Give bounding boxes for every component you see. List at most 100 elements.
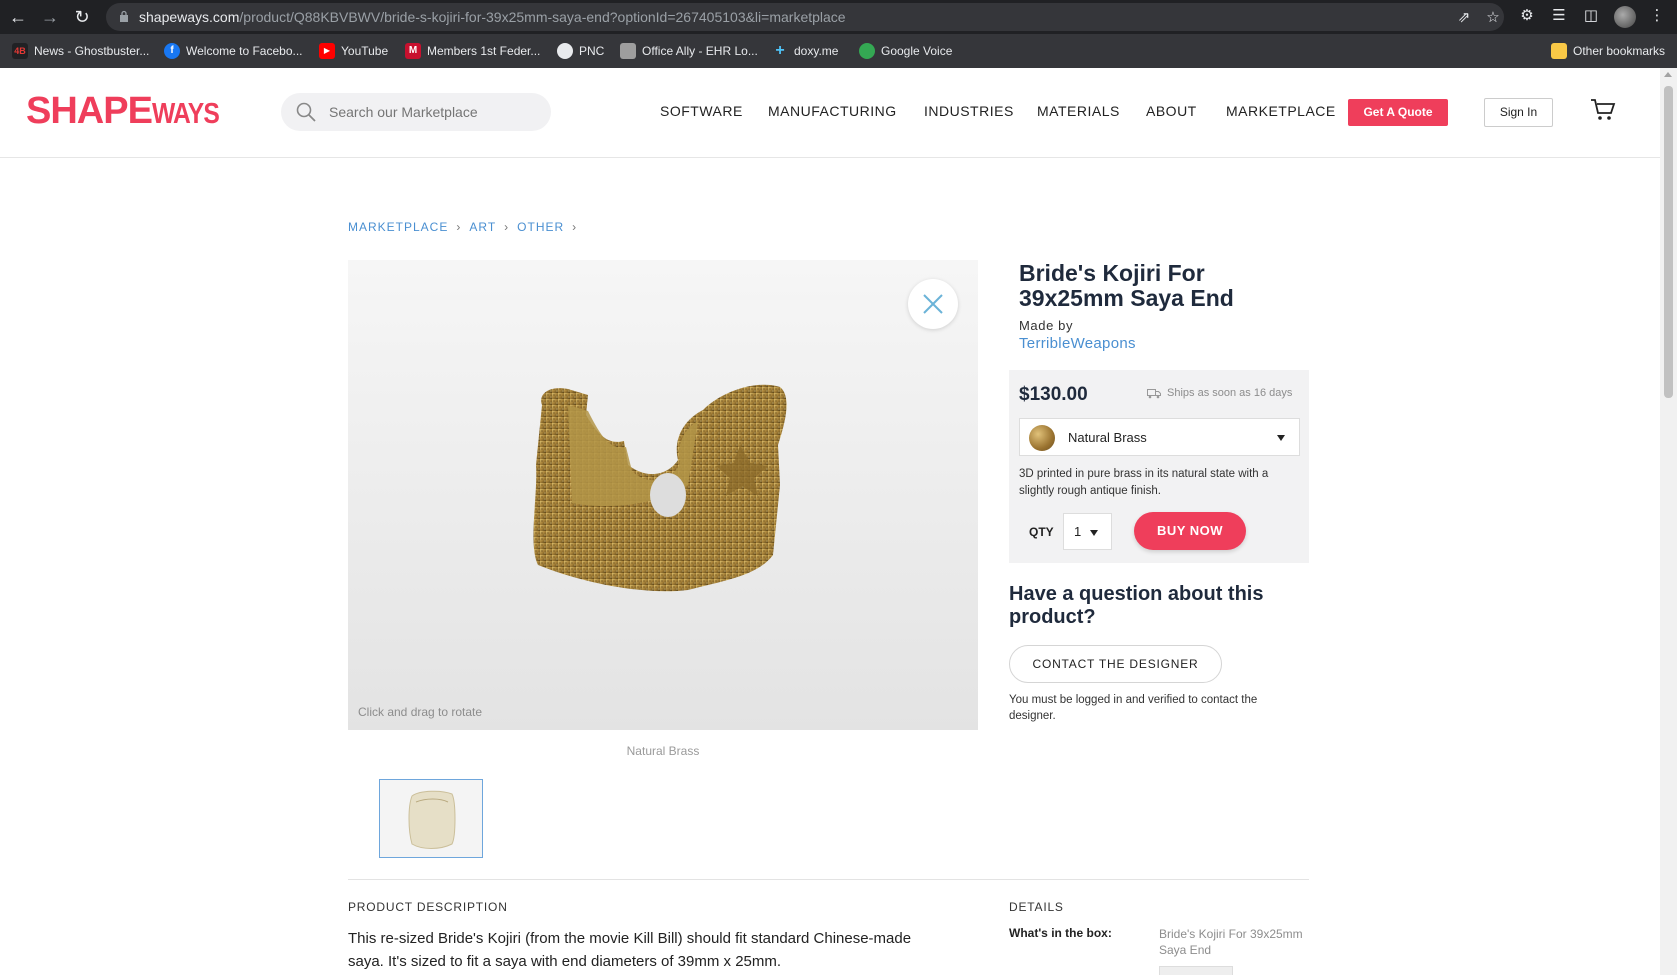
other-bookmarks[interactable]: Other bookmarks	[1551, 42, 1665, 60]
close-button[interactable]	[908, 279, 958, 329]
ships-text: Ships as soon as 16 days	[1167, 387, 1293, 399]
logo-ways: WAYS	[151, 98, 220, 130]
nav-industries[interactable]: INDUSTRIES	[924, 103, 1014, 119]
bookmark-label: Google Voice	[881, 44, 953, 58]
material-description: 3D printed in pure brass in its natural …	[1019, 468, 1269, 497]
close-icon	[923, 294, 943, 314]
officeally-icon	[620, 43, 636, 59]
sign-in-button[interactable]: Sign In	[1484, 98, 1553, 127]
bookmark-label: Members 1st Feder...	[427, 44, 541, 58]
profile-avatar[interactable]	[1614, 6, 1636, 28]
product-title: Bride's Kojiri For 39x25mm Saya End	[1019, 260, 1234, 311]
youtube-icon: ▶	[319, 43, 335, 59]
search-box	[281, 93, 551, 131]
product-3d-model	[533, 384, 787, 592]
nav-about[interactable]: ABOUT	[1146, 103, 1197, 119]
share-icon[interactable]: ⇗	[1455, 9, 1473, 27]
whats-in-box-label: What's in the box:	[1009, 926, 1112, 940]
material-select[interactable]: Natural Brass	[1019, 418, 1300, 456]
bookmark-pnc[interactable]: PNC	[557, 42, 604, 60]
material-swatch	[1029, 425, 1055, 451]
buy-box: $130.00 Ships as soon as 16 days Natural…	[1009, 370, 1309, 563]
scroll-up-icon[interactable]	[1664, 72, 1672, 77]
scrollbar-thumb[interactable]	[1664, 86, 1673, 398]
rotate-hint: Click and drag to rotate	[358, 705, 483, 719]
truck-icon	[1147, 388, 1161, 398]
facebook-icon: f	[164, 43, 180, 59]
search-input[interactable]	[329, 93, 539, 131]
back-icon[interactable]: ←	[6, 5, 30, 29]
lock-icon	[120, 10, 128, 22]
search-icon[interactable]	[296, 102, 316, 122]
thumbnail-image	[408, 790, 456, 849]
bookmark-label: YouTube	[341, 44, 389, 58]
breadcrumb-other[interactable]: OTHER	[517, 220, 564, 234]
3d-model-viewer[interactable]: Click and drag to rotate	[348, 260, 978, 730]
qty-value: 1	[1074, 524, 1082, 539]
breadcrumb-art[interactable]: ART	[469, 220, 496, 234]
news-favicon-icon: 4B	[12, 43, 28, 59]
nav-materials[interactable]: MATERIALS	[1037, 103, 1120, 119]
material-label: Natural Brass	[1068, 430, 1147, 445]
made-by-label: Made by	[1019, 318, 1074, 333]
product-thumbnail[interactable]	[379, 779, 483, 858]
bookmark-label: Other bookmarks	[1573, 44, 1666, 58]
breadcrumb: MARKETPLACE › ART › OTHER ›	[348, 220, 577, 234]
description-heading: PRODUCT DESCRIPTION	[348, 900, 508, 914]
doxy-icon: +	[772, 43, 788, 59]
shipping-info: Ships as soon as 16 days	[1147, 387, 1292, 399]
caret-down-icon	[1090, 530, 1098, 536]
contact-note: You must be logged in and verified to co…	[1009, 694, 1258, 722]
bookmark-label: Welcome to Facebo...	[186, 44, 303, 58]
cart-icon[interactable]	[1590, 98, 1616, 122]
breadcrumb-marketplace[interactable]: MARKETPLACE	[348, 220, 448, 234]
qty-select[interactable]: 1	[1063, 513, 1112, 550]
media-icon[interactable]: ☰	[1549, 6, 1569, 26]
side-panel-icon[interactable]: ◫	[1581, 6, 1601, 26]
chevron-right-icon: ›	[504, 220, 510, 234]
bookmark-facebook[interactable]: f Welcome to Facebo...	[164, 42, 303, 60]
members1st-icon: M	[405, 43, 421, 59]
bookmark-label: PNC	[579, 44, 605, 58]
bookmarks-bar: 4B News - Ghostbuster... f Welcome to Face…	[0, 34, 1677, 68]
extensions-icon[interactable]: ⚙	[1517, 6, 1537, 26]
star-icon[interactable]: ☆	[1484, 9, 1502, 27]
qty-label: QTY	[1029, 525, 1054, 539]
site-header: SHAPEWAYS SOFTWARE MANUFACTURING INDUSTR…	[0, 68, 1660, 158]
designer-link[interactable]: TerribleWeapons	[1019, 335, 1136, 352]
shapeways-logo[interactable]: SHAPEWAYS	[26, 90, 231, 133]
caret-down-icon	[1277, 435, 1285, 441]
chevron-right-icon: ›	[572, 220, 578, 234]
bookmark-youtube[interactable]: ▶ YouTube	[319, 42, 388, 60]
bookmark-ghostbusters[interactable]: 4B News - Ghostbuster...	[12, 42, 149, 60]
address-bar[interactable]: shapeways.com/product/Q88KBVBWV/bride-s-…	[106, 3, 1504, 31]
bookmark-members1st[interactable]: M Members 1st Feder...	[405, 42, 540, 60]
nav-manufacturing[interactable]: MANUFACTURING	[768, 103, 897, 119]
whats-in-box-thumbnail	[1159, 966, 1233, 975]
menu-icon[interactable]: ⋮	[1647, 6, 1667, 26]
viewer-material-caption: Natural Brass	[626, 744, 700, 758]
page-scrollbar[interactable]	[1660, 68, 1677, 975]
forward-icon[interactable]: →	[38, 5, 62, 29]
whats-in-box-value: Bride's Kojiri For 39x25mm Saya End	[1159, 927, 1303, 957]
section-divider	[348, 879, 1309, 880]
description-text: This re-sized Bride's Kojiri (from the m…	[348, 930, 912, 970]
buy-now-button[interactable]: BUY NOW	[1134, 512, 1246, 550]
bookmark-doxy[interactable]: + doxy.me	[772, 42, 838, 60]
contact-designer-button[interactable]: CONTACT THE DESIGNER	[1009, 645, 1222, 683]
globe-icon	[557, 43, 573, 59]
chevron-right-icon: ›	[456, 220, 462, 234]
bookmark-label: Office Ally - EHR Lo...	[642, 44, 758, 58]
bookmark-officeally[interactable]: Office Ally - EHR Lo...	[620, 42, 758, 60]
nav-marketplace[interactable]: MARKETPLACE	[1226, 103, 1336, 119]
folder-icon	[1551, 43, 1567, 59]
price: $130.00	[1019, 384, 1088, 405]
page: SHAPEWAYS SOFTWARE MANUFACTURING INDUSTR…	[0, 68, 1660, 975]
nav-software[interactable]: SOFTWARE	[660, 103, 743, 119]
get-a-quote-button[interactable]: Get A Quote	[1348, 99, 1448, 126]
url-text: shapeways.com/product/Q88KBVBWV/bride-s-…	[139, 9, 846, 25]
reload-icon[interactable]: ↻	[70, 5, 94, 29]
bookmark-google-voice[interactable]: Google Voice	[859, 42, 952, 60]
details-heading: DETAILS	[1009, 900, 1064, 914]
google-voice-icon	[859, 43, 875, 59]
